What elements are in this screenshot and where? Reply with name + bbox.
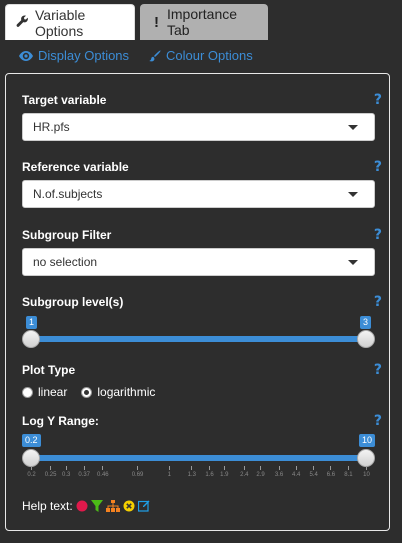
help-text-label: Help text: — [22, 499, 73, 513]
wrench-icon — [16, 15, 29, 31]
target-variable-label: Target variable — [22, 93, 107, 107]
tab-label: Variable Options — [35, 6, 86, 39]
help-question-icon[interactable]: ? — [374, 159, 382, 175]
tick-mark — [313, 466, 315, 470]
slider-min-handle[interactable] — [22, 449, 40, 467]
tick-label: 1 — [167, 472, 171, 478]
slider-track — [31, 455, 366, 461]
select-value: N.of.subjects — [33, 187, 103, 201]
tick-label: 2.9 — [256, 472, 265, 478]
eye-icon — [19, 50, 33, 61]
help-question-icon[interactable]: ? — [374, 413, 382, 429]
tick-mark — [137, 466, 139, 470]
subgroup-levels-slider[interactable]: 1 3 — [22, 314, 375, 348]
tick-label: 1.9 — [220, 472, 229, 478]
options-links: Display Options Colour Options — [0, 47, 402, 67]
slider-max-value: 3 — [359, 316, 371, 329]
tick-mark — [366, 466, 367, 470]
tab-label: Importance Tab — [167, 6, 238, 38]
paintbrush-icon — [149, 49, 161, 62]
tick-mark — [168, 466, 170, 470]
tick-label: 5.4 — [309, 472, 318, 478]
display-options-label: Display Options — [38, 48, 130, 63]
slider-max-handle[interactable] — [357, 330, 375, 348]
select-value: no selection — [33, 255, 98, 269]
tick-label: 6.6 — [326, 472, 336, 478]
subgroup-filter-select[interactable]: no selection — [22, 248, 375, 276]
tick-mark — [31, 466, 32, 470]
colour-options-link[interactable]: Colour Options — [149, 48, 253, 63]
slider-track — [31, 336, 366, 342]
plot-type-radio-group: linear logarithmic — [22, 385, 169, 399]
tick-label: 0.46 — [96, 472, 109, 478]
help-question-icon[interactable]: ? — [374, 227, 382, 243]
tick-label: 2.4 — [240, 472, 249, 478]
log-y-range-label: Log Y Range: — [22, 414, 99, 428]
slider-min-value: 0.2 — [22, 434, 41, 447]
slider-max-value: 10 — [358, 434, 375, 447]
slider-max-handle[interactable] — [357, 449, 375, 467]
help-question-icon[interactable]: ? — [374, 92, 382, 108]
display-options-link[interactable]: Display Options — [19, 48, 129, 63]
tab-variable-options[interactable]: Variable Options — [5, 4, 135, 40]
slider-min-value: 1 — [26, 316, 38, 329]
reference-variable-select[interactable]: N.of.subjects — [22, 180, 375, 208]
tick-label: 0.25 — [44, 472, 57, 478]
tick-mark — [347, 466, 349, 470]
edit-blue-icon[interactable] — [137, 500, 150, 512]
radio-label: logarithmic — [97, 385, 156, 399]
tick-mark — [191, 466, 193, 470]
tick-label: 3.6 — [274, 472, 284, 478]
subgroup-levels-label: Subgroup level(s) — [22, 295, 124, 309]
tick-mark — [259, 466, 261, 470]
tick-label: 0.69 — [131, 472, 144, 478]
tick-label: 8.1 — [344, 472, 353, 478]
close-yellow-icon[interactable] — [123, 500, 135, 512]
radio-button[interactable] — [22, 386, 33, 398]
tick-label: 1.6 — [205, 472, 214, 478]
radio-label: linear — [38, 385, 68, 399]
slider-min-handle[interactable] — [22, 330, 40, 348]
tab-importance[interactable]: ! Importance Tab — [140, 4, 268, 40]
tick-mark — [102, 466, 104, 470]
tick-mark — [243, 466, 245, 470]
reference-variable-label: Reference variable — [22, 160, 129, 174]
log-y-range-slider[interactable]: 0.2 10 0.2 0.25 0.3 0.37 0.46 0.69 1 1.3 1.6 1.9 2… — [22, 432, 375, 484]
help-text-row: Help text: — [22, 499, 150, 513]
help-question-icon[interactable]: ? — [374, 294, 382, 310]
colour-options-label: Colour Options — [166, 48, 253, 63]
subgroup-filter-label: Subgroup Filter — [22, 228, 112, 242]
help-question-icon[interactable]: ? — [374, 362, 382, 378]
tick-mark — [65, 466, 67, 470]
radio-linear[interactable]: linear — [22, 385, 67, 399]
plot-type-label: Plot Type — [22, 363, 76, 377]
tick-label: 0.3 — [62, 472, 71, 478]
tick-label: 10 — [363, 472, 370, 478]
exclamation-icon: ! — [154, 13, 159, 31]
tick-label: 1.3 — [187, 472, 196, 478]
tick-mark — [295, 466, 297, 470]
tick-mark — [209, 466, 211, 470]
caret-down-icon — [348, 260, 358, 265]
caret-down-icon — [348, 125, 358, 130]
select-value: HR.pfs — [33, 120, 70, 134]
radio-logarithmic[interactable]: logarithmic — [81, 385, 155, 399]
circle-red-icon[interactable] — [76, 500, 88, 512]
tick-mark — [330, 466, 332, 470]
tick-label: 4.4 — [292, 472, 301, 478]
radio-button-selected[interactable] — [81, 386, 93, 398]
caret-down-icon — [348, 192, 358, 197]
tick-label: 0.37 — [78, 472, 91, 478]
target-variable-select[interactable]: HR.pfs — [22, 113, 375, 141]
tick-label: 0.2 — [27, 472, 36, 478]
hierarchy-orange-icon[interactable] — [105, 500, 120, 512]
tick-mark — [223, 466, 225, 470]
tick-mark — [83, 466, 85, 470]
filter-green-icon[interactable] — [90, 500, 103, 512]
tick-mark — [50, 466, 52, 470]
tick-mark — [278, 466, 280, 470]
